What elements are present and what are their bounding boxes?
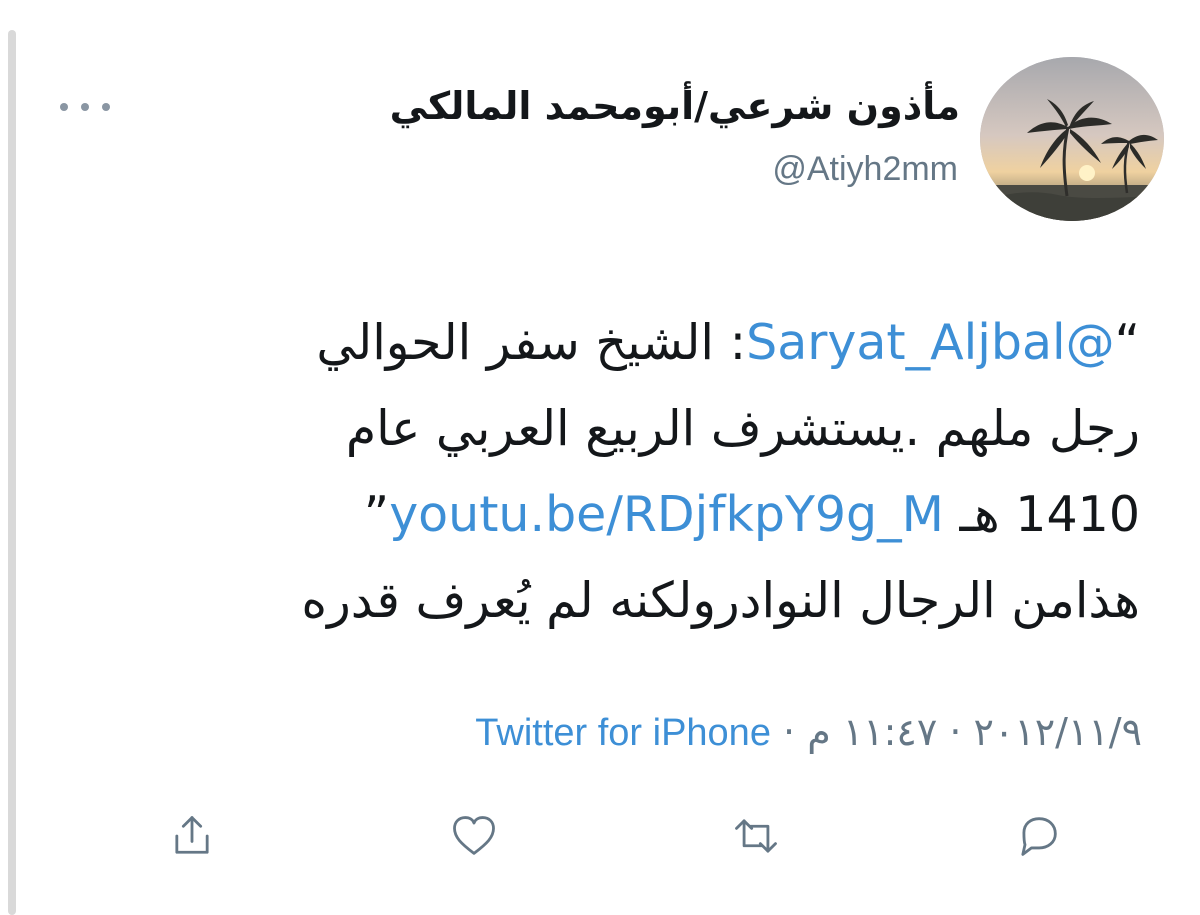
more-dot-icon: [102, 103, 110, 111]
retweet-icon: [735, 819, 777, 853]
more-dot-icon: [81, 103, 89, 111]
tweet-line-3: 1410 هـ youtu.be/RDjfkpY9g_M”: [60, 472, 1140, 558]
avatar-image: [980, 57, 1164, 221]
share-button[interactable]: [160, 804, 224, 868]
tweet-card: مأذون شرعي/أبومحمد المالكي @Atiyh2mm “@S…: [20, 0, 1200, 915]
like-button[interactable]: [442, 804, 506, 868]
reply-icon: [1021, 817, 1057, 856]
reply-button[interactable]: [1006, 804, 1070, 868]
tweet-actions: [160, 803, 1070, 869]
tweet-line-2-text: رجل ملهم .يستشرف الربيع العربي عام: [345, 400, 1140, 457]
retweet-button[interactable]: [724, 804, 788, 868]
mention-link[interactable]: @Saryat_Aljbal: [746, 314, 1115, 371]
more-options-button[interactable]: [60, 90, 110, 124]
tweet-line-4: هذامن الرجال النوادرولكنه لم يُعرف قدره: [60, 558, 1140, 644]
tweet-quote-close: ”: [363, 486, 390, 543]
meta-separator: ·: [937, 710, 974, 754]
share-icon: [175, 816, 209, 854]
tweet-line-1-text: : الشيخ سفر الحوالي: [316, 314, 747, 371]
heart-icon: [453, 816, 495, 855]
tweet-date: ٢٠١٢/١١/٩: [973, 710, 1142, 754]
meta-separator: ·: [770, 710, 808, 754]
tweet-line-4-text: هذامن الرجال النوادرولكنه لم يُعرف قدره: [301, 572, 1140, 629]
tweet-source-link[interactable]: Twitter for iPhone: [475, 712, 771, 754]
tweet-quote-open: “: [1114, 314, 1140, 371]
tweet-metadata: ٢٠١٢/١١/٩ · ١١:٤٧ م · Twitter for iPhone: [475, 710, 1142, 755]
tweet-time: ١١:٤٧ م: [807, 710, 938, 754]
youtube-link[interactable]: youtu.be/RDjfkpY9g_M: [389, 486, 944, 543]
author-handle[interactable]: @Atiyh2mm: [772, 150, 958, 189]
more-dot-icon: [60, 103, 68, 111]
tweet-line-2: رجل ملهم .يستشرف الربيع العربي عام: [60, 386, 1140, 472]
tweet-line-1: “@Saryat_Aljbal: الشيخ سفر الحوالي: [60, 300, 1140, 386]
author-display-name[interactable]: مأذون شرعي/أبومحمد المالكي: [390, 84, 960, 128]
left-rail: [8, 30, 16, 915]
tweet-line-3-prefix: 1410 هـ: [959, 486, 1140, 543]
avatar[interactable]: [980, 57, 1164, 221]
tweet-text: “@Saryat_Aljbal: الشيخ سفر الحوالي رجل م…: [60, 300, 1140, 644]
